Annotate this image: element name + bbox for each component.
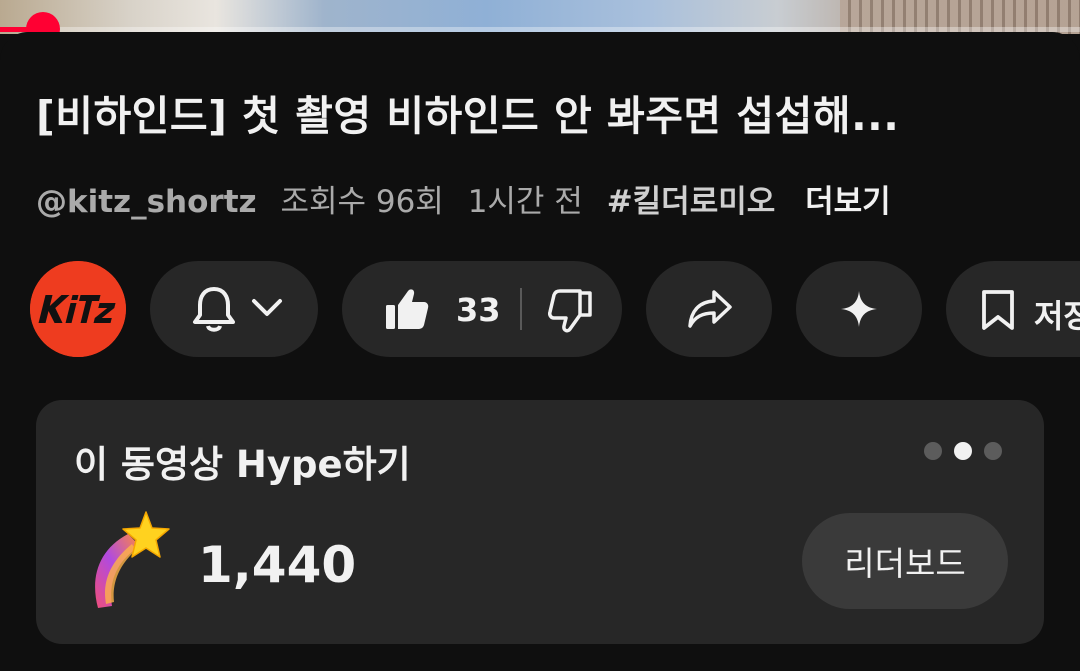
hype-title: 이 동영상 Hype하기 [74, 443, 411, 486]
view-count: 조회수 96회 [280, 184, 444, 220]
share-icon [688, 290, 732, 328]
thumbs-up-icon[interactable] [384, 287, 430, 331]
hype-count: 1,440 [198, 536, 357, 594]
save-button[interactable]: 저장 [946, 261, 1080, 357]
leaderboard-button[interactable]: 리더보드 [802, 513, 1008, 609]
sparkle-icon [841, 291, 877, 327]
video-meta[interactable]: @kitz_shortz 조회수 96회 1시간 전 #킬더로미오 더보기 [36, 176, 905, 221]
page-dot [924, 442, 942, 460]
share-button[interactable] [646, 261, 772, 357]
page-indicator [924, 442, 1014, 462]
video-watch-page: [비하인드] 첫 촬영 비하인드 안 봐주면 섭섭해... @kitz_shor… [0, 0, 1080, 671]
thumbs-down-icon[interactable] [548, 289, 594, 333]
hashtag-link[interactable]: #킬더로미오 [607, 184, 776, 220]
page-dot [984, 442, 1002, 460]
action-bar: 33 저장 [0, 261, 1080, 357]
kitz-logo [30, 261, 126, 357]
channel-handle[interactable]: @kitz_shortz [36, 184, 257, 220]
channel-avatar[interactable] [30, 261, 126, 357]
subscribe-notification-button[interactable] [150, 261, 318, 357]
like-count: 33 [456, 291, 501, 329]
page-dot-active [954, 442, 972, 460]
hype-card[interactable]: 이 동영상 Hype하기 1,440 리더보드 [36, 400, 1044, 644]
like-divider [520, 288, 522, 330]
save-label: 저장 [1034, 297, 1080, 335]
ask-ai-button[interactable] [796, 261, 922, 357]
shooting-star-icon [95, 511, 170, 608]
more-button[interactable]: 더보기 [805, 184, 891, 220]
like-dislike-button-group: 33 [342, 261, 622, 357]
bell-icon [193, 287, 235, 332]
upload-time: 1시간 전 [467, 184, 583, 220]
video-title[interactable]: [비하인드] 첫 촬영 비하인드 안 봐주면 섭섭해... [36, 82, 1046, 142]
bookmark-icon [982, 290, 1014, 330]
chevron-down-icon [252, 299, 282, 316]
